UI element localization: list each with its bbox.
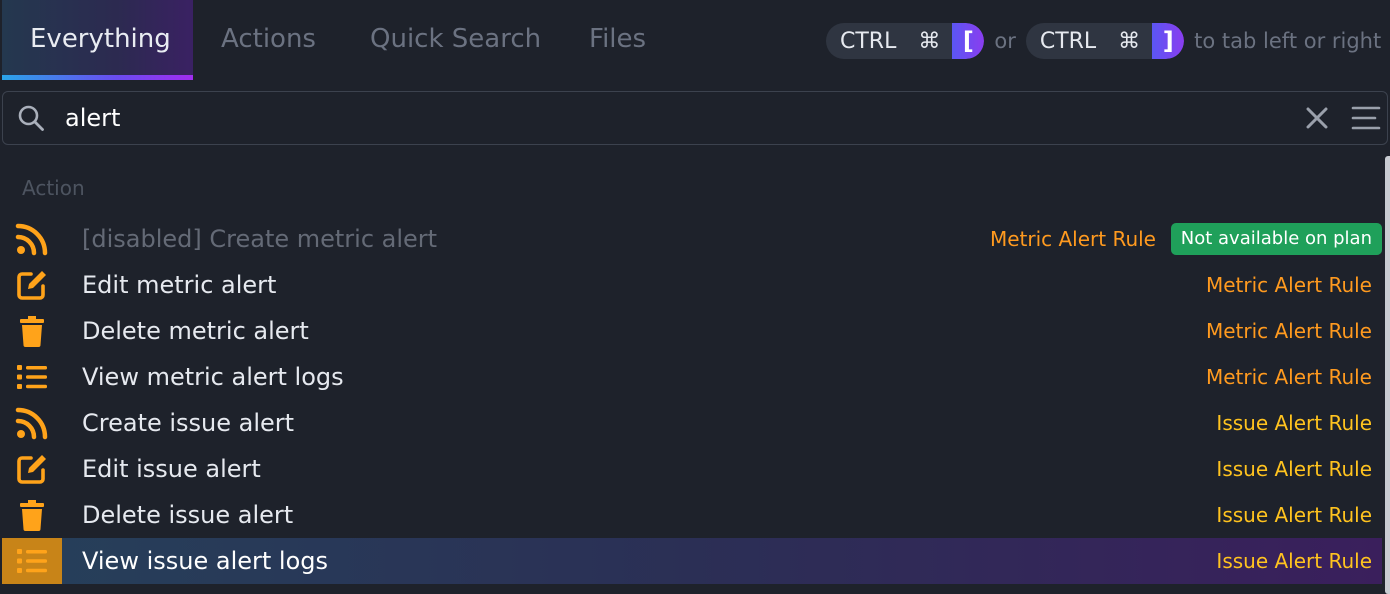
rule-type-tag: Issue Alert Rule bbox=[1216, 411, 1372, 435]
rule-type-tag: Metric Alert Rule bbox=[1205, 319, 1372, 343]
result-label: Edit metric alert bbox=[82, 271, 277, 299]
result-label: View issue alert logs bbox=[82, 547, 328, 575]
rule-type-tag: Issue Alert Rule bbox=[1216, 549, 1372, 573]
search-bar bbox=[2, 91, 1388, 145]
rule-type-tag: Issue Alert Rule bbox=[1216, 503, 1372, 527]
ctrl-key: CTRL bbox=[840, 28, 897, 54]
tab-bar: Everything Actions Quick Search Files CT… bbox=[0, 0, 1390, 82]
trash-icon bbox=[2, 492, 62, 538]
search-icon bbox=[18, 105, 44, 131]
ctrl-key: CTRL bbox=[1039, 28, 1097, 54]
shortcut-hint: CTRL ⌘ [ or CTRL ⌘ ] to tab left or righ… bbox=[826, 23, 1381, 59]
search-input[interactable] bbox=[61, 98, 1269, 138]
menu-lines-icon[interactable] bbox=[1349, 104, 1381, 132]
rule-type-tag: Metric Alert Rule bbox=[1205, 273, 1372, 297]
clear-search-icon[interactable] bbox=[1303, 104, 1331, 132]
result-row[interactable]: Edit issue alert Issue Alert Rule bbox=[2, 446, 1382, 492]
result-row[interactable]: Edit metric alert Metric Alert Rule bbox=[2, 262, 1382, 308]
result-label: Create issue alert bbox=[82, 409, 295, 437]
right-bracket-key: ] bbox=[1152, 23, 1185, 59]
result-row[interactable]: Delete issue alert Issue Alert Rule bbox=[2, 492, 1382, 538]
shortcut-left: CTRL ⌘ [ bbox=[826, 23, 985, 59]
rss-icon bbox=[2, 216, 62, 262]
result-label: View metric alert logs bbox=[82, 363, 344, 391]
tab-quick-search[interactable]: Quick Search bbox=[342, 0, 569, 80]
section-header-action: Action bbox=[22, 176, 85, 200]
rule-type-tag: Metric Alert Rule bbox=[989, 227, 1156, 251]
result-row[interactable]: [disabled] Create metric alert Metric Al… bbox=[2, 216, 1382, 262]
tab-everything[interactable]: Everything bbox=[2, 0, 193, 80]
result-row-selected[interactable]: View issue alert logs Issue Alert Rule bbox=[2, 538, 1382, 584]
tab-files[interactable]: Files bbox=[561, 0, 674, 80]
command-palette: Everything Actions Quick Search Files CT… bbox=[0, 0, 1390, 594]
plan-unavailable-badge: Not available on plan bbox=[1170, 223, 1382, 255]
result-label: Delete issue alert bbox=[82, 501, 294, 529]
result-label: Edit issue alert bbox=[82, 455, 261, 483]
list-icon bbox=[2, 354, 62, 400]
trash-icon bbox=[2, 308, 62, 354]
rss-icon bbox=[2, 400, 62, 446]
command-key-icon: ⌘ bbox=[1118, 28, 1141, 54]
shortcut-description: to tab left or right bbox=[1194, 29, 1382, 53]
result-row[interactable]: View metric alert logs Metric Alert Rule bbox=[2, 354, 1382, 400]
edit-icon bbox=[2, 446, 62, 492]
rule-type-tag: Metric Alert Rule bbox=[1205, 365, 1372, 389]
command-key-icon: ⌘ bbox=[918, 28, 941, 54]
edit-icon bbox=[2, 262, 62, 308]
shortcut-or: or bbox=[994, 29, 1016, 53]
left-bracket-key: [ bbox=[952, 23, 985, 59]
shortcut-right: CTRL ⌘ ] bbox=[1025, 23, 1185, 59]
tab-actions[interactable]: Actions bbox=[193, 0, 344, 80]
result-row[interactable]: Delete metric alert Metric Alert Rule bbox=[2, 308, 1382, 354]
result-label: Delete metric alert bbox=[82, 317, 309, 345]
results-scrollbar[interactable] bbox=[1385, 156, 1390, 594]
result-row[interactable]: Create issue alert Issue Alert Rule bbox=[2, 400, 1382, 446]
rule-type-tag: Issue Alert Rule bbox=[1216, 457, 1372, 481]
result-label: [disabled] Create metric alert bbox=[82, 225, 438, 253]
list-icon bbox=[2, 538, 62, 584]
